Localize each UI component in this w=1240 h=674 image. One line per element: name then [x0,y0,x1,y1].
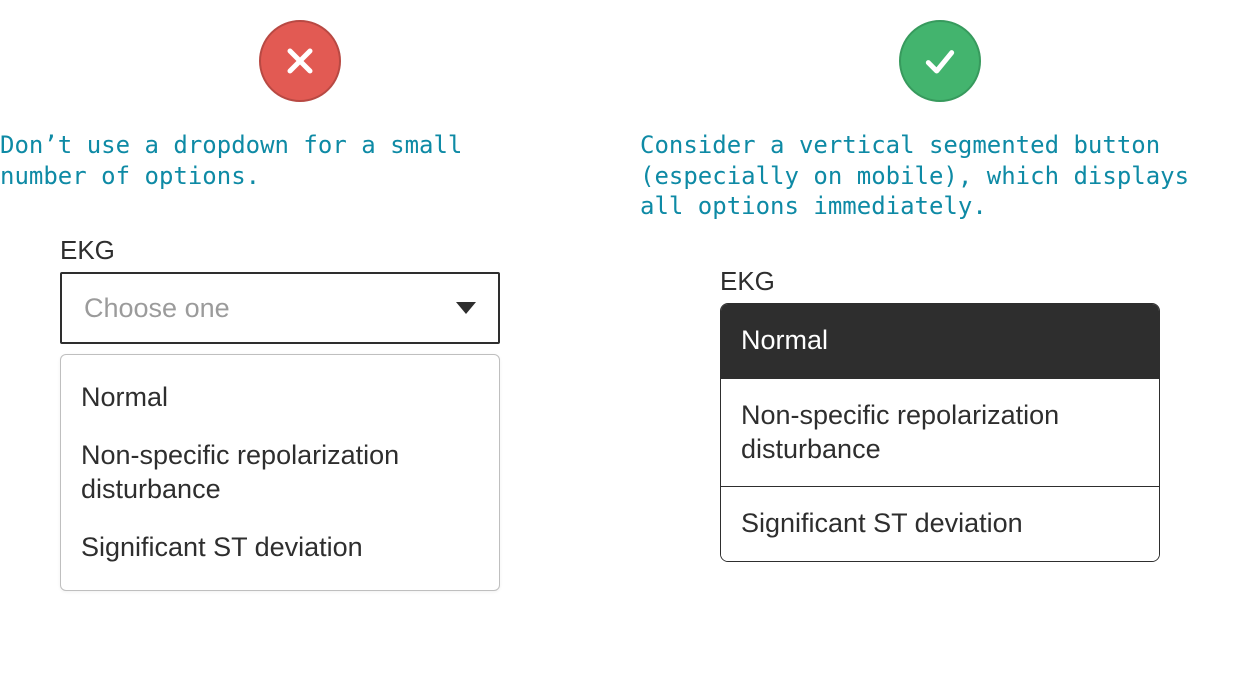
dropdown-select[interactable]: Choose one [60,272,500,344]
cross-icon [259,20,341,102]
good-caption: Consider a vertical segmented button (es… [640,130,1200,222]
dropdown-option[interactable]: Normal [61,369,499,427]
segmented-button-group: Normal Non-specific repolarization distu… [720,303,1160,562]
bad-caption: Don’t use a dropdown for a small number … [0,130,560,191]
segmented-option[interactable]: Normal [721,304,1159,378]
dropdown-option[interactable]: Non-specific repolarization disturbance [61,427,499,519]
check-icon [899,20,981,102]
bad-example-column: Don’t use a dropdown for a small number … [0,0,620,674]
bad-field-label: EKG [60,235,600,266]
dropdown-placeholder: Choose one [84,293,230,324]
good-example-column: Consider a vertical segmented button (es… [620,0,1240,674]
dropdown-option[interactable]: Significant ST deviation [61,519,499,577]
chevron-down-icon [456,302,476,314]
segmented-option[interactable]: Significant ST deviation [721,486,1159,561]
segmented-option[interactable]: Non-specific repolarization disturbance [721,378,1159,487]
good-field-label: EKG [720,266,1240,297]
dropdown-popup: Normal Non-specific repolarization distu… [60,354,500,591]
